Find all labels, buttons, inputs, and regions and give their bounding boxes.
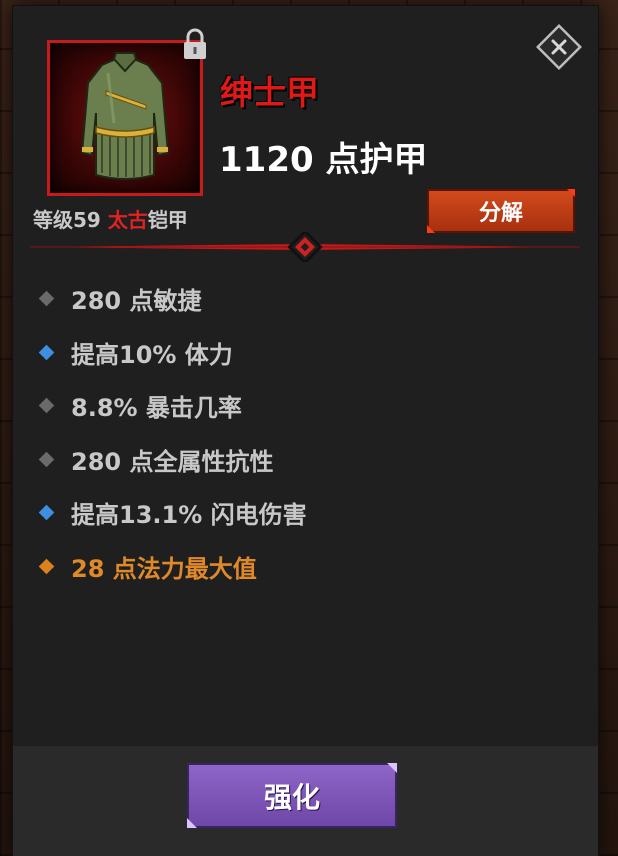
gray-diamond-bullet-icon (38, 451, 55, 468)
green-coat-armor-icon (80, 52, 170, 180)
affix-row: 28 点法力最大值 (37, 540, 307, 594)
affix-text: 8.8% 暴击几率 (71, 394, 242, 423)
affix-text: 280 点敏捷 (71, 287, 202, 316)
item-tooltip-panel: 绅士甲 1120 点护甲 等级59 太古铠甲 分解 280 点敏捷 提高10% … (13, 6, 598, 856)
item-name: 绅士甲 (220, 73, 319, 112)
item-slot-type: 铠甲 (147, 208, 188, 232)
enhance-button-label: 强化 (263, 780, 320, 814)
close-icon[interactable] (534, 22, 584, 72)
orange-diamond-bullet-icon (38, 558, 55, 575)
gray-diamond-bullet-icon (38, 397, 55, 414)
blue-diamond-bullet-icon (38, 344, 55, 361)
button-corner-decoration (187, 818, 197, 828)
affix-row: 280 点全属性抗性 (37, 433, 307, 487)
section-divider (30, 232, 580, 262)
salvage-button[interactable]: 分解 (427, 189, 575, 233)
item-rarity: 太古 (107, 208, 148, 232)
affix-row: 280 点敏捷 (37, 272, 307, 326)
affix-text: 提高10% 体力 (71, 340, 233, 369)
affix-row: 8.8% 暴击几率 (37, 379, 307, 433)
item-level-line: 等级59 太古铠甲 (33, 204, 188, 233)
affix-list: 280 点敏捷 提高10% 体力 8.8% 暴击几率 280 点全属性抗性 提高… (37, 272, 307, 593)
affix-text: 提高13.1% 闪电伤害 (71, 501, 307, 530)
item-icon-frame (47, 40, 203, 196)
gray-diamond-bullet-icon (38, 290, 55, 307)
enhance-button[interactable]: 强化 (187, 763, 397, 828)
affix-text: 280 点全属性抗性 (71, 447, 274, 476)
affix-text: 28 点法力最大值 (71, 554, 257, 583)
affix-row: 提高10% 体力 (37, 326, 307, 380)
button-corner-decoration (567, 189, 575, 197)
salvage-button-label: 分解 (478, 201, 523, 226)
lock-icon[interactable] (181, 28, 209, 62)
blue-diamond-bullet-icon (38, 504, 55, 521)
armor-value: 1120 点护甲 (219, 140, 428, 180)
item-level: 等级59 (33, 208, 101, 232)
affix-row: 提高13.1% 闪电伤害 (37, 486, 307, 540)
button-corner-decoration (387, 763, 397, 773)
